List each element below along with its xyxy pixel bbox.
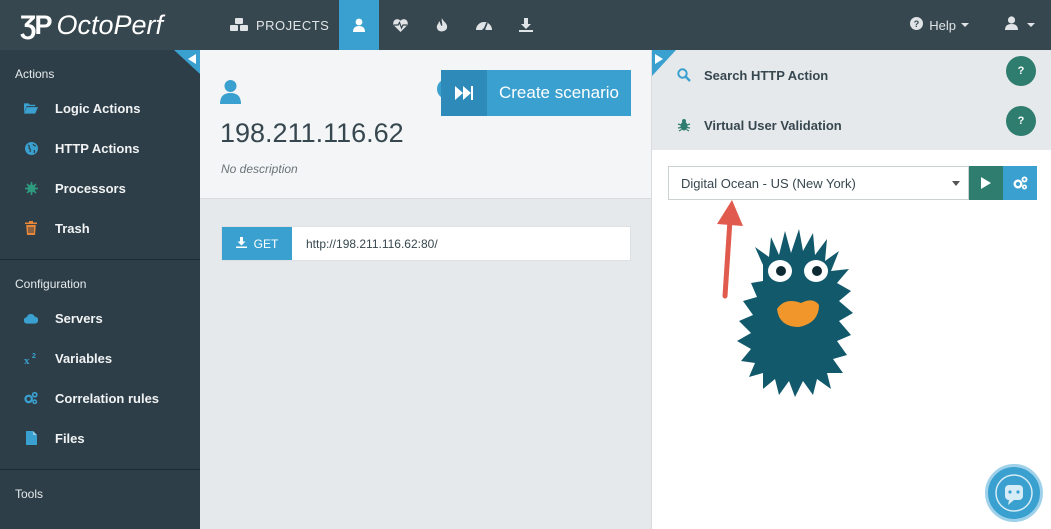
http-method-label: GET	[253, 236, 279, 251]
top-navbar: ƷP OctoPerf PROJECTS ? Help	[0, 0, 1051, 50]
create-scenario-label: Create scenario	[498, 83, 619, 102]
caret-down-icon	[961, 23, 969, 27]
bug-icon	[676, 117, 692, 133]
run-validation-button[interactable]	[969, 166, 1003, 200]
sidebar-item-servers[interactable]: Servers	[0, 298, 200, 338]
nav-export[interactable]	[505, 0, 547, 50]
search-http-action-label: Search HTTP Action	[704, 67, 829, 83]
help-menu[interactable]: ? Help	[910, 17, 969, 33]
logo-mark-icon: ƷP	[20, 9, 52, 40]
sidebar-item-label: Trash	[55, 220, 90, 236]
sidebar-item-label: Logic Actions	[55, 100, 141, 116]
play-icon	[981, 177, 991, 189]
sidebar: Actions Logic Actions HTTP Actions Proce…	[0, 50, 200, 529]
sidebar-item-label: HTTP Actions	[55, 140, 140, 156]
svg-text:2: 2	[32, 353, 36, 360]
help-button[interactable]: ?	[1006, 56, 1036, 86]
nav-projects-label: PROJECTS	[256, 17, 330, 33]
sidebar-item-correlation-rules[interactable]: Correlation rules	[0, 378, 200, 418]
sidebar-section-actions: Actions	[15, 67, 55, 81]
create-scenario-button[interactable]: Create scenario	[441, 70, 631, 116]
sidebar-item-processors[interactable]: Processors	[0, 168, 200, 208]
caret-down-icon	[1027, 23, 1035, 27]
cogs-icon	[24, 391, 38, 405]
virtual-user-validation[interactable]: Virtual User Validation ?	[652, 100, 1051, 150]
caret-left-icon	[188, 54, 196, 64]
nav-monitoring[interactable]	[379, 0, 421, 50]
location-select-value: Digital Ocean - US (New York)	[681, 175, 856, 191]
user-icon	[1005, 15, 1018, 35]
http-method-button[interactable]: GET	[222, 227, 292, 260]
superscript-icon: x2	[24, 351, 38, 365]
virtual-user-panel: 198.211.116.62 No description Create sce…	[174, 50, 651, 529]
sidebar-item-label: Variables	[55, 350, 113, 366]
dashboard-icon	[476, 19, 493, 31]
search-http-action[interactable]: Search HTTP Action ?	[652, 50, 1051, 100]
heartbeat-icon	[393, 18, 408, 32]
sidebar-item-http-actions[interactable]: HTTP Actions	[0, 128, 200, 168]
download-icon	[235, 236, 247, 251]
main-nav: PROJECTS	[220, 0, 547, 50]
right-panel-tools: Search HTTP Action ? Virtual User Valida…	[652, 50, 1051, 150]
location-select[interactable]: Digital Ocean - US (New York)	[668, 166, 969, 200]
sidebar-item-label: Correlation rules	[55, 390, 160, 406]
virtual-user-validation-label: Virtual User Validation	[704, 117, 842, 133]
http-request-url[interactable]: http://198.211.116.62:80/	[292, 227, 438, 260]
virtual-user-header: 198.211.116.62 No description Create sce…	[200, 50, 651, 199]
virtual-user-name[interactable]: 198.211.116.62	[220, 118, 404, 149]
cogs-icon	[1013, 176, 1027, 190]
sidebar-item-label: Files	[55, 430, 85, 446]
user-icon	[353, 18, 366, 32]
trash-icon	[24, 221, 38, 235]
sidebar-item-files[interactable]: Files	[0, 418, 200, 458]
file-icon	[24, 431, 38, 445]
gear-sun-icon	[24, 181, 38, 195]
download-icon	[519, 18, 534, 32]
sidebar-item-label: Servers	[55, 310, 103, 326]
nav-runtime[interactable]	[421, 0, 463, 50]
sidebar-section-configuration: Configuration	[15, 277, 87, 291]
nav-analysis[interactable]	[463, 0, 505, 50]
globe-icon	[24, 141, 38, 155]
fire-icon	[436, 17, 448, 33]
caret-right-icon	[655, 54, 663, 64]
http-request-row[interactable]: GET http://198.211.116.62:80/	[221, 226, 631, 261]
octoperf-mascot-icon	[737, 229, 853, 397]
live-chat-button[interactable]	[985, 464, 1043, 522]
sidebar-item-trash[interactable]: Trash	[0, 208, 200, 248]
svg-text:?: ?	[914, 19, 920, 29]
help-button[interactable]: ?	[1006, 106, 1036, 136]
search-icon	[676, 67, 692, 83]
sidebar-item-variables[interactable]: x2 Variables	[0, 338, 200, 378]
validation-settings-button[interactable]	[1003, 166, 1037, 200]
folder-open-icon	[24, 101, 38, 115]
virtual-user-description[interactable]: No description	[221, 162, 298, 176]
help-label: Help	[929, 17, 956, 33]
user-icon	[220, 79, 241, 109]
cloud-icon	[24, 311, 38, 325]
live-chat-icon	[995, 474, 1033, 512]
nav-virtual-user[interactable]	[339, 0, 380, 50]
nav-projects[interactable]: PROJECTS	[220, 0, 339, 50]
sidebar-item-logic-actions[interactable]: Logic Actions	[0, 88, 200, 128]
cubes-icon	[230, 18, 248, 32]
fast-forward-icon	[441, 70, 487, 116]
question-circle-icon: ?	[910, 17, 924, 33]
sidebar-item-label: Processors	[55, 180, 126, 196]
svg-text:x: x	[24, 355, 30, 365]
octoperf-logo[interactable]: ƷP OctoPerf	[20, 9, 163, 41]
brand-name: OctoPerf	[56, 9, 164, 40]
user-menu[interactable]	[1005, 15, 1035, 35]
caret-down-icon	[952, 181, 960, 186]
sidebar-section-tools: Tools	[15, 487, 44, 501]
